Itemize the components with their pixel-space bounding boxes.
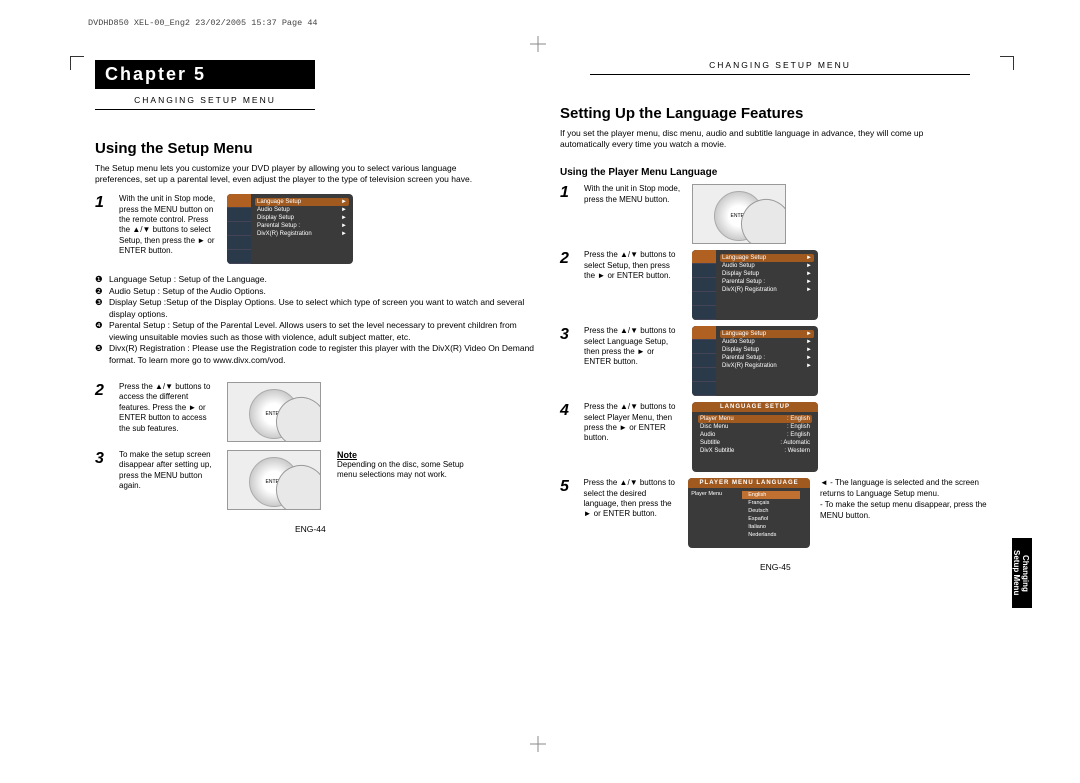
remote-illustration <box>227 382 321 442</box>
note-title: Note <box>337 450 477 460</box>
step-number: 4 <box>560 402 574 420</box>
setup-definitions: ❶Language Setup : Setup of the Language.… <box>95 274 535 366</box>
page-number: ENG-44 <box>295 524 326 534</box>
step-number: 5 <box>560 478 574 496</box>
subheading: Using the Player Menu Language <box>560 167 1000 178</box>
step-text: Press the ▲/▼ buttons to select Player M… <box>584 402 682 444</box>
step-text: With the unit in Stop mode, press the ME… <box>119 194 217 256</box>
step-number: 2 <box>95 382 109 400</box>
chapter-banner: Chapter 5 <box>95 60 315 89</box>
registration-mark <box>530 736 546 752</box>
menu-header: PLAYER MENU LANGUAGE <box>688 478 810 488</box>
registration-mark <box>530 36 546 52</box>
menu-item: Display Setup <box>257 215 294 221</box>
remote-illustration <box>227 450 321 510</box>
step-text: With the unit in Stop mode, press the ME… <box>584 184 682 205</box>
step-text: Press the ▲/▼ buttons to select Setup, t… <box>584 250 682 281</box>
step-text: Press the ▲/▼ buttons to access the diff… <box>119 382 217 434</box>
menu-header: LANGUAGE SETUP <box>692 402 818 412</box>
section-tag: CHANGING SETUP MENU <box>95 95 315 110</box>
step-number: 3 <box>95 450 109 468</box>
osd-setup-menu: Language Setup► Audio Setup► Display Set… <box>692 326 818 396</box>
menu-item: Parental Setup : <box>257 223 300 229</box>
step-number: 3 <box>560 326 574 344</box>
intro-text: The Setup menu lets you customize your D… <box>95 163 495 184</box>
osd-language-setup: LANGUAGE SETUP Player Menu: English Disc… <box>692 402 818 472</box>
step-text: Press the ▲/▼ buttons to select the desi… <box>584 478 679 520</box>
intro-text: If you set the player menu, disc menu, a… <box>560 128 960 149</box>
page-title: Setting Up the Language Features <box>560 105 1000 122</box>
thumb-tab: ChangingSetup Menu <box>1012 538 1032 608</box>
crop-mark <box>1000 56 1014 70</box>
osd-setup-menu: Language Setup► Audio Setup► Display Set… <box>692 250 818 320</box>
step-text: Press the ▲/▼ buttons to select Language… <box>584 326 682 368</box>
page-right: CHANGING SETUP MENU Setting Up the Langu… <box>560 60 1000 548</box>
page-title: Using the Setup Menu <box>95 140 535 157</box>
step-number: 2 <box>560 250 574 268</box>
menu-item: DivX(R) Registration <box>257 231 312 237</box>
page-left: Chapter 5 CHANGING SETUP MENU Using the … <box>95 60 535 510</box>
osd-setup-menu: Language Setup► Audio Setup► Display Set… <box>227 194 353 264</box>
result-notes: ◄ - The language is selected and the scr… <box>820 478 1000 521</box>
document-header: DVDHD850 XEL-00_Eng2 23/02/2005 15:37 Pa… <box>88 18 318 28</box>
remote-illustration <box>692 184 786 244</box>
note-body: Depending on the disc, some Setup menu s… <box>337 460 477 481</box>
step-number: 1 <box>95 194 109 212</box>
section-tag: CHANGING SETUP MENU <box>590 60 970 75</box>
step-number: 1 <box>560 184 574 202</box>
menu-item: Audio Setup <box>257 207 290 213</box>
menu-item: Language Setup <box>257 199 301 205</box>
crop-mark <box>70 56 84 70</box>
page-number: ENG-45 <box>760 562 791 572</box>
osd-player-menu-language: PLAYER MENU LANGUAGE Player Menu English… <box>688 478 810 548</box>
step-text: To make the setup screen disappear after… <box>119 450 217 492</box>
